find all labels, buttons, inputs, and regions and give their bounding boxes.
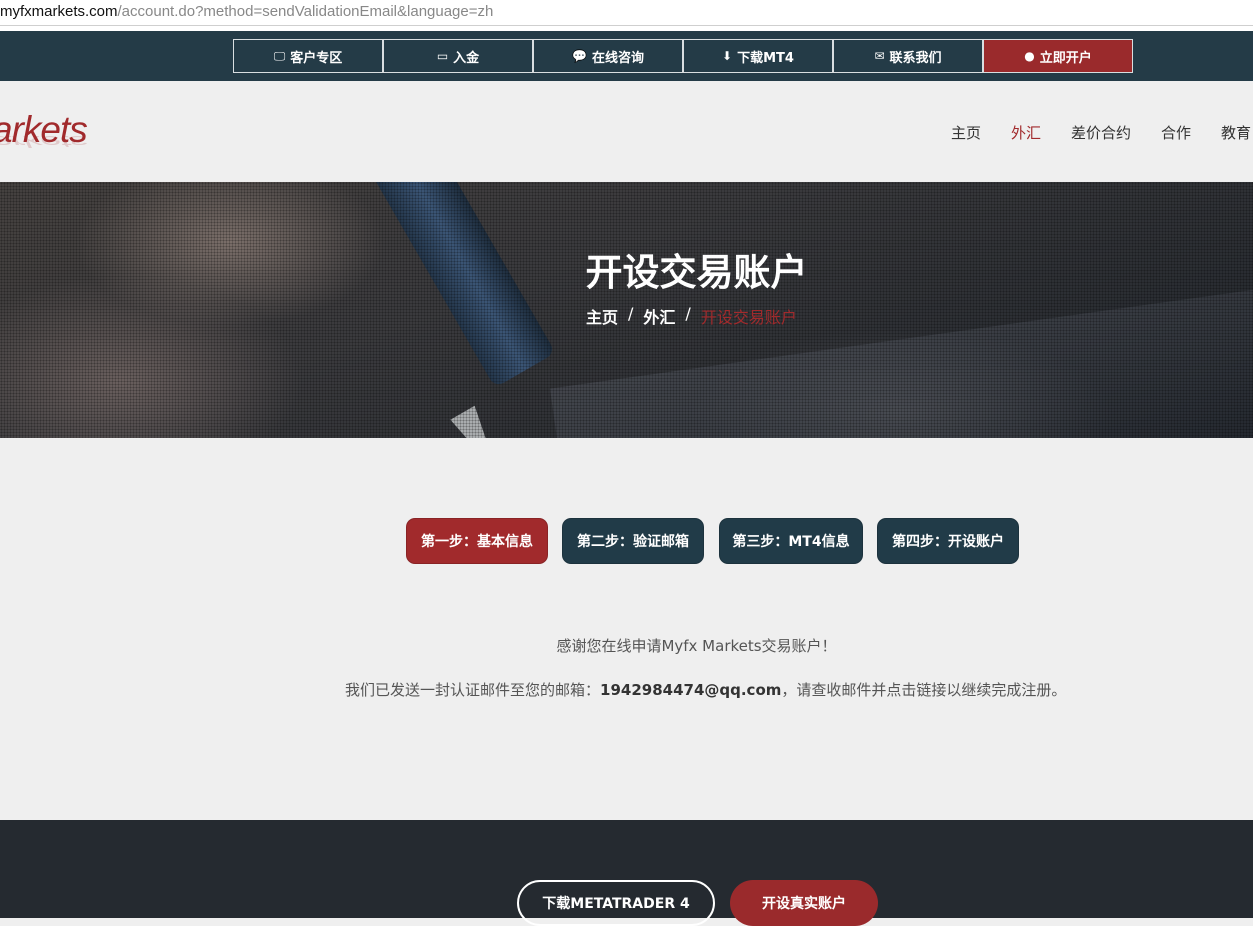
online-chat-button[interactable]: 💬 在线咨询 xyxy=(533,39,683,73)
breadcrumb-forex[interactable]: 外汇 xyxy=(643,304,675,328)
deposit-button[interactable]: ▭ 入金 xyxy=(383,39,533,73)
credit-card-icon: ▭ xyxy=(436,49,449,63)
hero-banner: 开设交易账户 主页 / 外汇 / 开设交易账户 xyxy=(0,182,1253,438)
client-area-label: 客户专区 xyxy=(290,50,343,66)
nav-education[interactable]: 教育 xyxy=(1221,122,1251,143)
url-host: myfxmarkets.com xyxy=(0,3,118,20)
site-header: arkets arkets 主页 外汇 差价合约 合作 教育 xyxy=(0,81,1253,182)
breadcrumb-home[interactable]: 主页 xyxy=(586,304,618,328)
breadcrumb: 主页 / 外汇 / 开设交易账户 xyxy=(586,304,797,328)
download-mt4-button[interactable]: ⬇ 下载MT4 xyxy=(683,39,833,73)
step-4-open-account[interactable]: 第四步：开设账户 xyxy=(877,518,1019,564)
nav-partnership[interactable]: 合作 xyxy=(1161,122,1191,143)
email-sent-message: 我们已发送一封认证邮件至您的邮箱：1942984474@qq.com，请查收邮件… xyxy=(345,679,1066,700)
breadcrumb-separator: / xyxy=(628,304,634,323)
nav-home[interactable]: 主页 xyxy=(951,122,981,143)
site-logo[interactable]: arkets arkets xyxy=(0,109,110,169)
globe-icon: ● xyxy=(1024,49,1035,63)
online-chat-label: 在线咨询 xyxy=(591,50,644,66)
address-bar[interactable]: myfxmarkets.com/account.do?method=sendVa… xyxy=(0,0,1253,26)
logo-reflection: arkets xyxy=(0,132,87,151)
top-utility-bar: 🖵 客户专区 ▭ 入金 💬 在线咨询 ⬇ 下载MT4 ✉ 联系我们 ● 立即开户 xyxy=(0,31,1253,81)
nav-forex[interactable]: 外汇 xyxy=(1011,122,1041,143)
step-1-basic-info[interactable]: 第一步：基本信息 xyxy=(406,518,548,564)
step-2-verify-email[interactable]: 第二步：验证邮箱 xyxy=(562,518,704,564)
envelope-icon: ✉ xyxy=(874,49,885,63)
chat-icon: 💬 xyxy=(572,49,587,63)
step-3-mt4-info[interactable]: 第三步：MT4信息 xyxy=(719,518,863,564)
site-footer: 下载METATRADER 4 开设真实账户 xyxy=(0,820,1253,926)
email-sent-suffix: ，请查收邮件并点击链接以继续完成注册。 xyxy=(781,681,1067,699)
download-icon: ⬇ xyxy=(722,49,733,63)
open-real-account-button[interactable]: 开设真实账户 xyxy=(730,880,878,926)
breadcrumb-current: 开设交易账户 xyxy=(700,308,797,327)
thank-you-message: 感谢您在线申请Myfx Markets交易账户！ xyxy=(556,637,837,655)
url-path: /account.do?method=sendValidationEmail&l… xyxy=(117,3,494,20)
email-sent-prefix: 我们已发送一封认证邮件至您的邮箱： xyxy=(345,681,601,699)
hero-pen-tip xyxy=(450,405,510,438)
client-area-button[interactable]: 🖵 客户专区 xyxy=(233,39,383,73)
breadcrumb-separator: / xyxy=(685,304,691,323)
deposit-label: 入金 xyxy=(453,50,480,66)
page-title: 开设交易账户 xyxy=(585,251,808,294)
contact-us-label: 联系我们 xyxy=(889,50,942,66)
open-account-now-button[interactable]: ● 立即开户 xyxy=(983,39,1133,73)
contact-us-button[interactable]: ✉ 联系我们 xyxy=(833,39,983,73)
email-address: 1942984474@qq.com xyxy=(600,681,782,699)
monitor-icon: 🖵 xyxy=(273,48,286,63)
download-metatrader-button[interactable]: 下载METATRADER 4 xyxy=(517,880,715,926)
download-mt4-label: 下载MT4 xyxy=(737,50,794,66)
open-account-now-label: 立即开户 xyxy=(1039,50,1092,66)
nav-cfd[interactable]: 差价合约 xyxy=(1071,122,1131,143)
hero-paper-shape xyxy=(549,277,1253,438)
